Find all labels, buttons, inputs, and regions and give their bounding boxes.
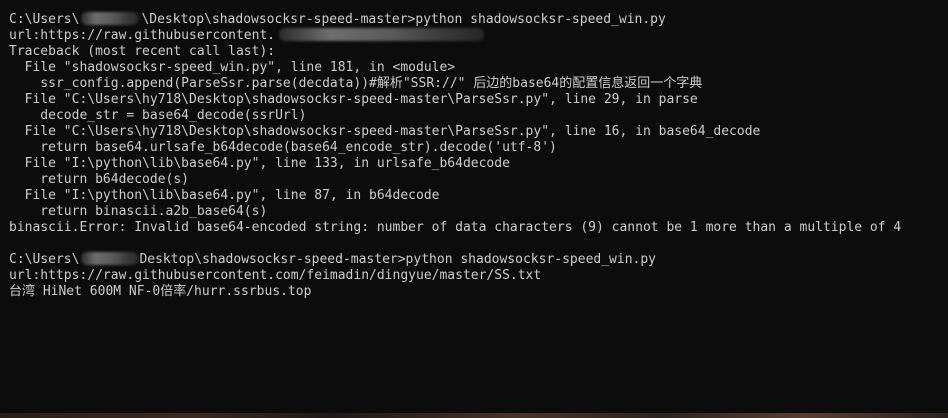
traceback-line: return base64.urlsafe_b64decode(base64_e… <box>9 140 557 155</box>
traceback-line: decode_str = base64_decode(ssrUrl) <box>9 108 307 123</box>
command-line: C:\Users\ \Desktop\shadowsocksr-speed-mas… <box>9 12 901 28</box>
prompt-prefix: C:\Users\ <box>9 12 80 27</box>
console-output: C:\Users\ \Desktop\shadowsocksr-speed-mas… <box>9 12 901 300</box>
traceback-line: File "I:\python\lib\base64.py", line 133… <box>9 156 510 171</box>
prompt-command: Desktop\shadowsocksr-speed-master>python… <box>139 252 657 267</box>
traceback-line: return binascii.a2b_base64(s) <box>9 204 268 219</box>
redacted-url <box>279 28 485 41</box>
console-window[interactable]: C:\Users\ \Desktop\shadowsocksr-speed-mas… <box>0 0 948 418</box>
traceback-line: File "C:\Users\hy718\Desktop\shadowsocks… <box>9 92 698 107</box>
redacted-username <box>81 252 140 265</box>
traceback-header: Traceback (most recent call last): <box>9 44 276 59</box>
traceback-line: ssr_config.append(ParseSsr.parse(decdata… <box>9 76 703 91</box>
desktop-background-strip <box>0 413 948 418</box>
output-line: url:https://raw.githubusercontent. <box>9 28 901 44</box>
url-text: url:https://raw.githubusercontent. <box>9 28 276 43</box>
output-line: 台湾 HiNet 600M NF-0倍率/hurr.ssrbus.top <box>9 284 312 299</box>
traceback-line: return b64decode(s) <box>9 172 190 187</box>
command-line: C:\Users\ Desktop\shadowsocksr-speed-mast… <box>9 252 901 268</box>
traceback-line: File "C:\Users\hy718\Desktop\shadowsocks… <box>9 124 761 139</box>
error-message: binascii.Error: Invalid base64-encoded s… <box>9 220 902 235</box>
prompt-command: \Desktop\shadowsocksr-speed-master>pytho… <box>141 12 666 27</box>
traceback-line: File "shadowsocksr-speed_win.py", line 1… <box>9 60 456 75</box>
redacted-username <box>81 12 140 25</box>
output-line: url:https://raw.githubusercontent.com/fe… <box>9 268 542 283</box>
traceback-line: File "I:\python\lib\base64.py", line 87,… <box>9 188 440 203</box>
prompt-prefix: C:\Users\ <box>9 252 80 267</box>
